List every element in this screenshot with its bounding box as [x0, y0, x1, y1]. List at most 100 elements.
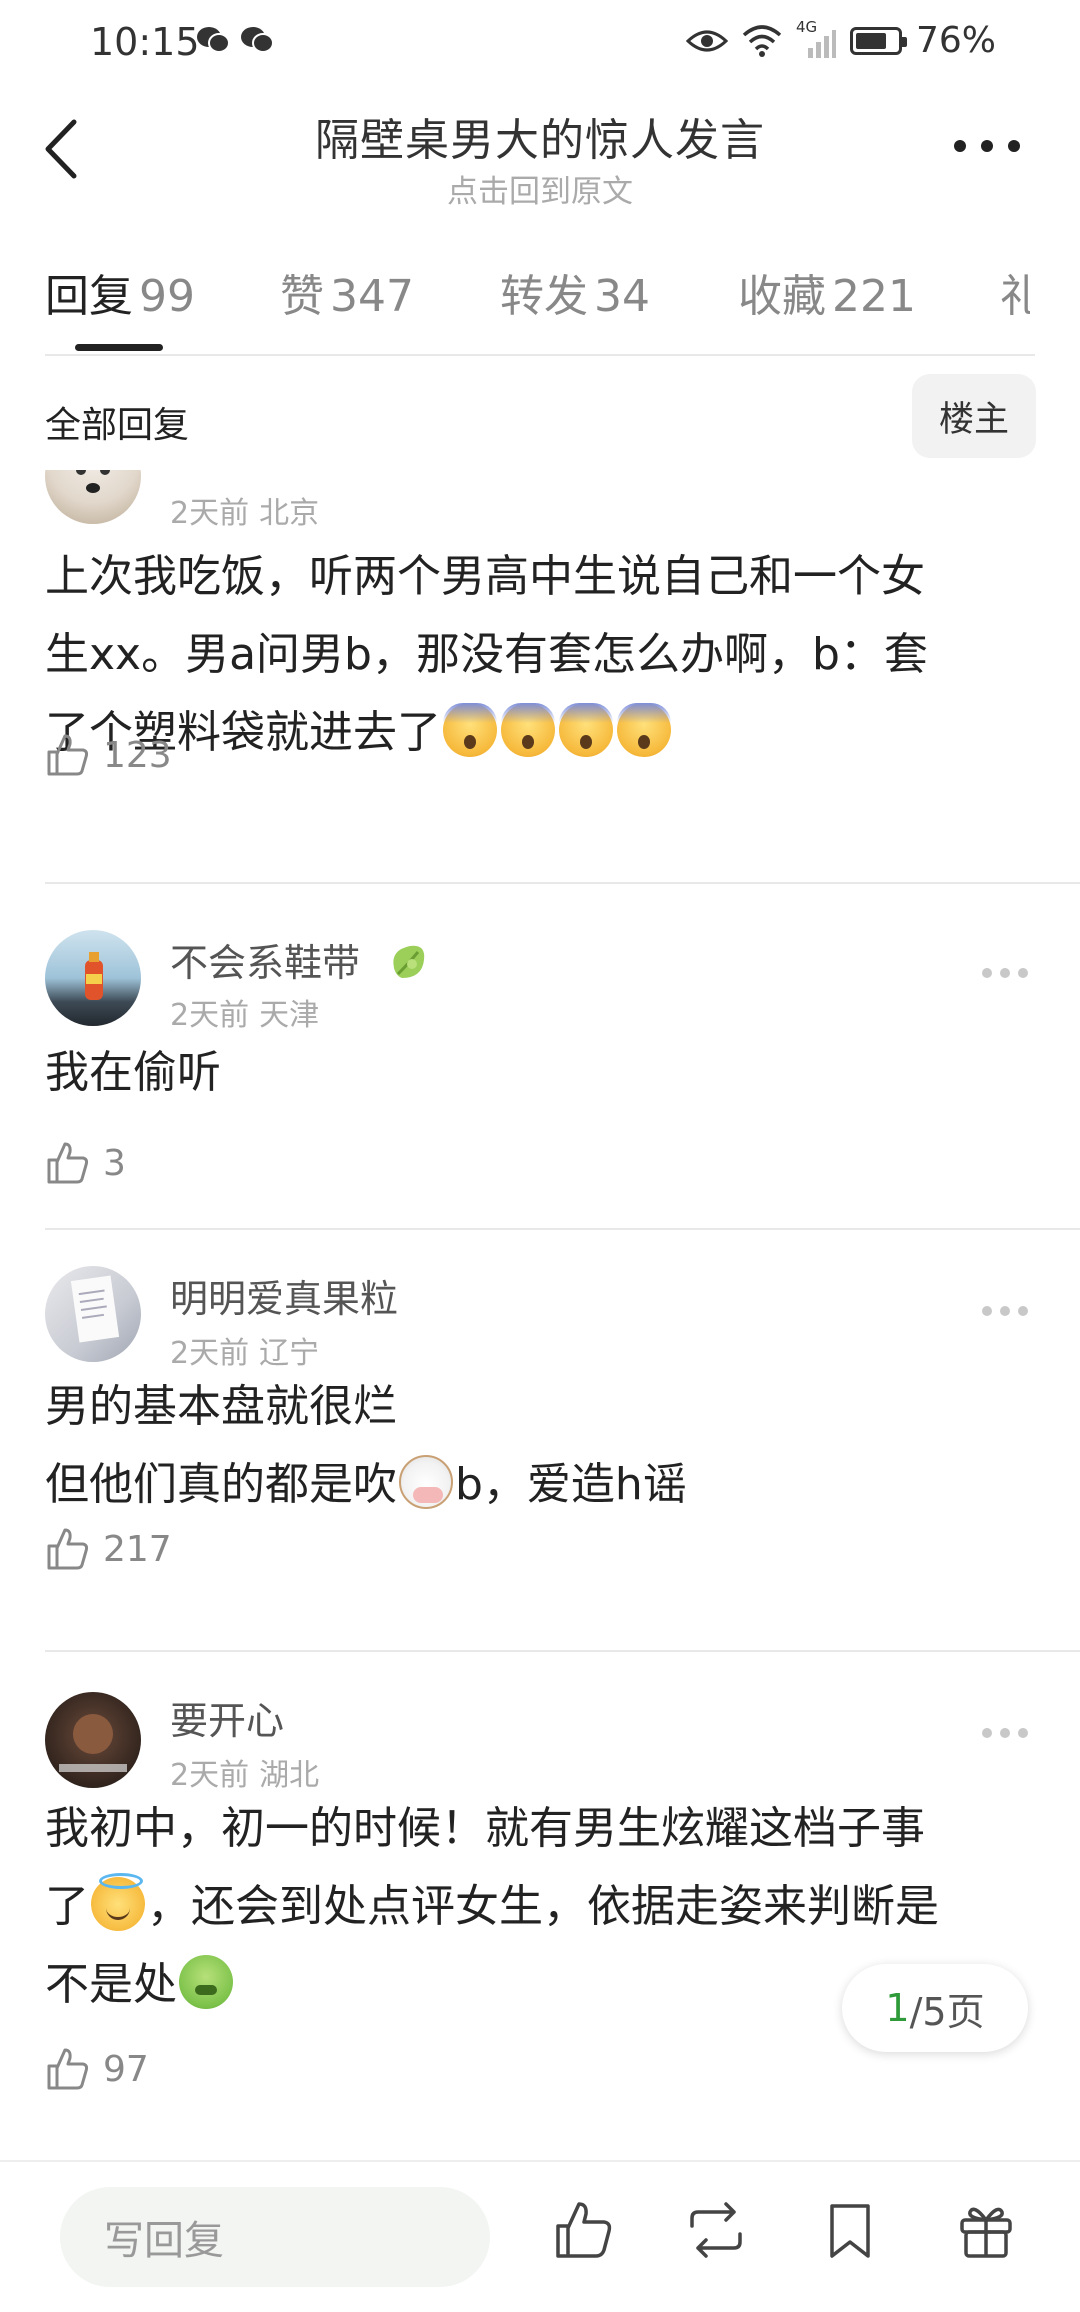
reply-input[interactable]: 写回复 — [60, 2187, 490, 2287]
gift-button[interactable] — [954, 2198, 1018, 2262]
thumbs-up-icon — [47, 2048, 89, 2090]
comment-more-button[interactable] — [982, 968, 1028, 980]
bottom-action-bar: 写回复 — [0, 2160, 1080, 2312]
comment-username[interactable]: 明明爱真果粒 — [170, 1268, 398, 1323]
comment-line: 了个塑料袋就进去了 — [45, 694, 1035, 772]
repost-button[interactable] — [684, 2198, 748, 2262]
comment-time: 2天前 — [170, 496, 250, 531]
comment-list: 2天前 北京 上次我吃饭，听两个男高中生说自己和一个女 生xx。男a问男b，那没有… — [0, 470, 1080, 2160]
eye-icon — [685, 30, 728, 51]
tab-replies[interactable]: 回复 99 — [45, 260, 195, 324]
wifi-icon — [742, 24, 782, 57]
post-title[interactable]: 隔壁桌男大的惊人发言 — [0, 104, 1080, 168]
comment-line-text: ，还会到处点评女生，依据走姿来判断是 — [147, 1881, 939, 1932]
page-indicator[interactable]: 1/5页 — [842, 1964, 1028, 2052]
comment-line-text: 了 — [45, 1881, 89, 1932]
comment-line: 生xx。男a问男b，那没有套怎么办啊，b：套 — [45, 629, 928, 680]
cow-face-emoji — [399, 1455, 453, 1509]
comment-text: 我在偷听 — [45, 1034, 1035, 1112]
fearful-face-emoji — [443, 703, 497, 757]
active-tab-indicator — [75, 344, 163, 351]
tab-gifts[interactable]: 礼 — [1000, 260, 1030, 324]
reply-filter-row: 全部回复 楼主 — [0, 370, 1080, 470]
tab-likes[interactable]: 赞 347 — [280, 260, 414, 324]
like-count: 3 — [103, 1142, 126, 1184]
comment-line-text: 但他们真的都是吹 — [45, 1459, 397, 1510]
like-count: 217 — [103, 1528, 172, 1570]
comment-item: 要开心 2天前 湖北 我初中，初一的时候！就有男生炫耀这档子事 了 ，还会到处点评女… — [0, 1650, 1080, 2160]
tab-count: 221 — [832, 271, 916, 322]
battery-icon — [849, 26, 907, 55]
comment-more-button[interactable] — [982, 1306, 1028, 1318]
total-pages: /5页 — [909, 1989, 985, 2034]
avatar[interactable] — [45, 1266, 141, 1362]
comment-item: 不会系鞋带 2天前 天津 我在偷听 3 — [0, 882, 1080, 1230]
fearful-face-emoji — [617, 703, 671, 757]
avatar[interactable] — [45, 930, 141, 1026]
comment-line: 了 ，还会到处点评女生，依据走姿来判断是 — [45, 1868, 1035, 1946]
comment-location: 天津 — [259, 998, 320, 1033]
tab-label: 礼 — [1000, 271, 1030, 322]
comment-username[interactable]: 要开心 — [170, 1690, 284, 1745]
current-page: 1 — [885, 1986, 910, 2030]
comment-line-text: b，爱造h谣 — [455, 1459, 687, 1510]
bookmark-button[interactable] — [818, 2198, 882, 2262]
fearful-face-emoji — [559, 703, 613, 757]
avatar[interactable] — [45, 470, 141, 524]
battery-percent: 76% — [915, 20, 996, 61]
comment-location: 北京 — [259, 496, 320, 531]
comment-username[interactable]: 不会系鞋带 — [170, 932, 432, 987]
status-time: 10:15 — [90, 20, 200, 64]
wechat-notification-icon — [241, 27, 274, 53]
comment-line-text: 不是处 — [45, 1959, 177, 2010]
comment-text: 上次我吃饭，听两个男高中生说自己和一个女 生xx。男a问男b，那没有套怎么办啊，… — [45, 538, 1035, 772]
tab-reposts[interactable]: 转发 34 — [500, 260, 650, 324]
owner-only-button[interactable]: 楼主 — [912, 374, 1036, 458]
username-text: 不会系鞋带 — [170, 941, 361, 985]
network-type: 4G — [795, 17, 818, 36]
like-button[interactable]: 217 — [45, 1526, 172, 1572]
comment-meta: 2天前 湖北 — [170, 1750, 319, 1794]
fearful-face-emoji — [501, 703, 555, 757]
tab-count: 34 — [594, 271, 650, 322]
comment-location: 湖北 — [259, 1758, 320, 1793]
comment-line: 我初中，初一的时候！就有男生炫耀这档子事 — [45, 1803, 925, 1854]
divider — [45, 354, 1035, 356]
thumbs-up-icon — [47, 734, 89, 776]
comment-meta: 2天前 辽宁 — [170, 1328, 319, 1372]
top-nav: 隔壁桌男大的惊人发言 点击回到原文 — [0, 84, 1080, 214]
tab-count: 347 — [330, 271, 414, 322]
tab-label: 收藏 — [738, 271, 826, 322]
comment-location: 辽宁 — [259, 1336, 320, 1371]
comment-time: 2天前 — [170, 1758, 250, 1793]
comment-line: 上次我吃饭，听两个男高中生说自己和一个女 — [45, 551, 925, 602]
like-button[interactable]: 3 — [45, 1140, 126, 1186]
comment-time: 2天前 — [170, 1336, 250, 1371]
status-bar: 10:15 4G 76% — [0, 0, 1080, 84]
comment-more-button[interactable] — [982, 470, 1028, 472]
tab-label: 回复 — [45, 271, 133, 322]
tab-label: 赞 — [280, 271, 324, 322]
comment-text: 男的基本盘就很烂 但他们真的都是吹 b，爱造h谣 — [45, 1368, 1035, 1524]
comment-meta: 2天前 北京 — [170, 488, 319, 532]
like-button[interactable]: 97 — [45, 2046, 149, 2092]
tab-favorites[interactable]: 收藏 221 — [738, 260, 916, 324]
green-leaf-badge-icon — [393, 945, 425, 978]
more-options-button[interactable] — [954, 140, 1020, 160]
like-button[interactable]: 123 — [45, 732, 172, 778]
interaction-tabs: 回复 99 赞 347 转发 34 收藏 221 礼 — [0, 240, 1080, 356]
tab-label: 转发 — [500, 271, 588, 322]
comment-line: 但他们真的都是吹 b，爱造h谣 — [45, 1446, 1035, 1524]
tab-count: 99 — [139, 271, 195, 322]
comment-time: 2天前 — [170, 998, 250, 1033]
comment-meta: 2天前 天津 — [170, 990, 319, 1034]
avatar[interactable] — [45, 1692, 141, 1788]
nauseated-face-emoji — [179, 1955, 233, 2009]
comment-more-button[interactable] — [982, 1728, 1028, 1740]
all-replies-filter[interactable]: 全部回复 — [45, 396, 189, 448]
thumbs-up-icon — [47, 1528, 89, 1570]
back-to-original-link[interactable]: 点击回到原文 — [0, 166, 1080, 211]
like-post-button[interactable] — [552, 2198, 616, 2262]
cellular-signal-icon: 4G — [796, 18, 836, 58]
comment-item: 明明爱真果粒 2天前 辽宁 男的基本盘就很烂 但他们真的都是吹 b，爱造h谣 217 — [0, 1228, 1080, 1652]
